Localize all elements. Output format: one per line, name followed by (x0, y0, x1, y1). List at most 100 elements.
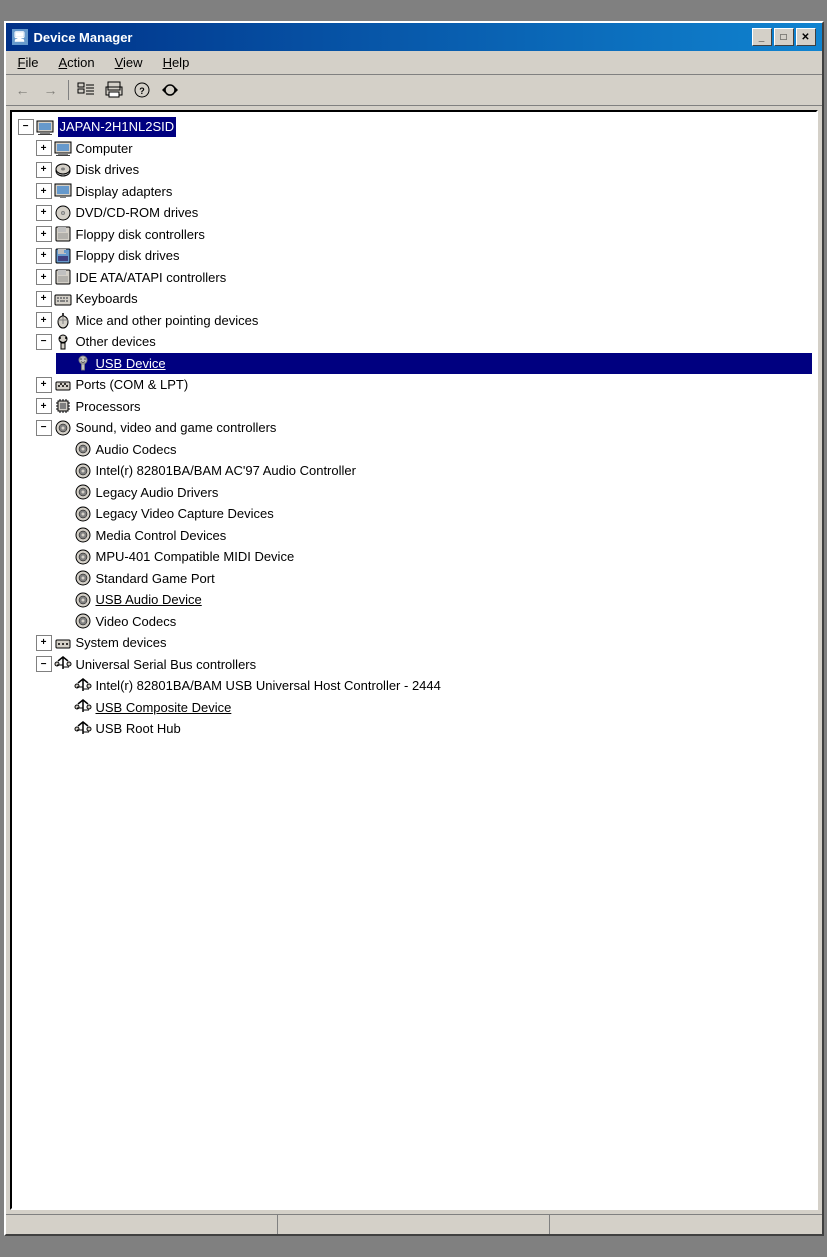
icon-disk (54, 161, 72, 179)
app-icon: 🖥 (12, 29, 28, 45)
expand-system[interactable]: + (36, 635, 52, 651)
expand-computer[interactable]: + (36, 140, 52, 156)
tree-item-usb-root[interactable]: USB Root Hub (56, 718, 812, 740)
print-button[interactable] (101, 78, 127, 102)
spacer-legacy-video (56, 506, 72, 522)
icon-other (54, 333, 72, 351)
tree-item-processors[interactable]: + (36, 396, 812, 418)
menu-action[interactable]: Action (50, 53, 102, 72)
tree-item-intel-audio[interactable]: Intel(r) 82801BA/BAM AC'97 Audio Control… (56, 460, 812, 482)
label-game-port: Standard Game Port (96, 569, 215, 589)
expand-floppy-drv[interactable]: + (36, 248, 52, 264)
label-display: Display adapters (76, 182, 173, 202)
label-usb-ctrl: Universal Serial Bus controllers (76, 655, 257, 675)
icon-ports (54, 376, 72, 394)
icon-dvd (54, 204, 72, 222)
tree-item-legacy-audio[interactable]: Legacy Audio Drivers (56, 482, 812, 504)
tree-item-display[interactable]: + Display adapters (36, 181, 812, 203)
label-other: Other devices (76, 332, 156, 352)
tree-item-mice[interactable]: + Mice and other pointing devices (36, 310, 812, 332)
spacer-audio-codecs (56, 441, 72, 457)
spacer-video-codecs (56, 613, 72, 629)
label-ide: IDE ATA/ATAPI controllers (76, 268, 227, 288)
expand-dvd[interactable]: + (36, 205, 52, 221)
menu-help[interactable]: Help (155, 53, 198, 72)
tree-item-root[interactable]: − JAPAN-2H1NL2SID (16, 116, 812, 138)
expand-floppy-ctrl[interactable]: + (36, 226, 52, 242)
icon-processors (54, 397, 72, 415)
expand-keyboards[interactable]: + (36, 291, 52, 307)
toolbar-separator-1 (68, 80, 69, 100)
tree-item-floppy-drv[interactable]: + Floppy disk drives (36, 245, 812, 267)
label-usb-device: USB Device (96, 354, 166, 374)
window-title: Device Manager (34, 30, 133, 45)
tree-item-keyboards[interactable]: + Keyboards (36, 288, 812, 310)
tree-item-usb-ctrl[interactable]: − Universal Serial Bus controllers (36, 654, 812, 676)
expand-display[interactable]: + (36, 183, 52, 199)
tree-item-legacy-video[interactable]: Legacy Video Capture Devices (56, 503, 812, 525)
icon-usb-device (74, 354, 92, 372)
expand-other[interactable]: − (36, 334, 52, 350)
forward-button[interactable]: → (38, 78, 64, 102)
tree-item-game-port[interactable]: Standard Game Port (56, 568, 812, 590)
properties-button[interactable]: ? (129, 78, 155, 102)
tree-item-mpu[interactable]: MPU-401 Compatible MIDI Device (56, 546, 812, 568)
tree-item-floppy-ctrl[interactable]: + Floppy disk controllers (36, 224, 812, 246)
minimize-button[interactable]: _ (752, 28, 772, 46)
spacer-usb-audio (56, 592, 72, 608)
content-area[interactable]: − JAPAN-2H1NL2SID + (10, 110, 818, 1210)
label-root: JAPAN-2H1NL2SID (58, 117, 177, 137)
expand-sound[interactable]: − (36, 420, 52, 436)
tree-item-intel-usb[interactable]: Intel(r) 82801BA/BAM USB Universal Host … (56, 675, 812, 697)
tree-item-ports[interactable]: + Ports (COM & LPT) (36, 374, 812, 396)
icon-game-port (74, 569, 92, 587)
icon-legacy-audio (74, 483, 92, 501)
title-bar: 🖥 Device Manager _ □ ✕ (6, 23, 822, 51)
tree-item-computer[interactable]: + Computer (36, 138, 812, 160)
tree-item-sound[interactable]: − Sound, video and game controllers (36, 417, 812, 439)
close-button[interactable]: ✕ (796, 28, 816, 46)
icon-audio-codecs (74, 440, 92, 458)
view-button[interactable] (73, 78, 99, 102)
expand-usb-ctrl[interactable]: − (36, 656, 52, 672)
tree-item-video-codecs[interactable]: Video Codecs (56, 611, 812, 633)
icon-intel-audio (74, 462, 92, 480)
expand-processors[interactable]: + (36, 398, 52, 414)
label-intel-audio: Intel(r) 82801BA/BAM AC'97 Audio Control… (96, 461, 356, 481)
tree-item-usb-audio[interactable]: USB Audio Device (56, 589, 812, 611)
tree-item-usb-composite[interactable]: USB Composite Device (56, 697, 812, 719)
maximize-button[interactable]: □ (774, 28, 794, 46)
label-legacy-video: Legacy Video Capture Devices (96, 504, 274, 524)
label-usb-root: USB Root Hub (96, 719, 181, 739)
spacer-usb-root (56, 721, 72, 737)
expand-mice[interactable]: + (36, 312, 52, 328)
menu-view[interactable]: View (107, 53, 151, 72)
label-dvd: DVD/CD-ROM drives (76, 203, 199, 223)
label-disk: Disk drives (76, 160, 140, 180)
label-keyboards: Keyboards (76, 289, 138, 309)
expand-root[interactable]: − (18, 119, 34, 135)
status-bar (6, 1214, 822, 1234)
menu-file[interactable]: File (10, 53, 47, 72)
spacer-media-ctrl (56, 527, 72, 543)
status-pane-3 (550, 1215, 821, 1234)
back-button[interactable]: ← (10, 78, 36, 102)
tree-item-dvd[interactable]: + DVD/CD-ROM drives (36, 202, 812, 224)
refresh-button[interactable] (157, 78, 183, 102)
icon-media-ctrl (74, 526, 92, 544)
tree-item-disk[interactable]: + Disk drives (36, 159, 812, 181)
print-icon (105, 81, 123, 99)
expand-disk[interactable]: + (36, 162, 52, 178)
expand-ports[interactable]: + (36, 377, 52, 393)
tree-item-audio-codecs[interactable]: Audio Codecs (56, 439, 812, 461)
spacer-usb-composite (56, 699, 72, 715)
device-manager-window: 🖥 Device Manager _ □ ✕ File Action View … (4, 21, 824, 1236)
tree-item-system[interactable]: + System devices (36, 632, 812, 654)
expand-ide[interactable]: + (36, 269, 52, 285)
label-legacy-audio: Legacy Audio Drivers (96, 483, 219, 503)
tree-item-usb-device[interactable]: USB Device (56, 353, 812, 375)
icon-video-codecs (74, 612, 92, 630)
tree-item-other[interactable]: − Other devices (36, 331, 812, 353)
tree-item-media-ctrl[interactable]: Media Control Devices (56, 525, 812, 547)
tree-item-ide[interactable]: + IDE ATA/ATAPI controllers (36, 267, 812, 289)
